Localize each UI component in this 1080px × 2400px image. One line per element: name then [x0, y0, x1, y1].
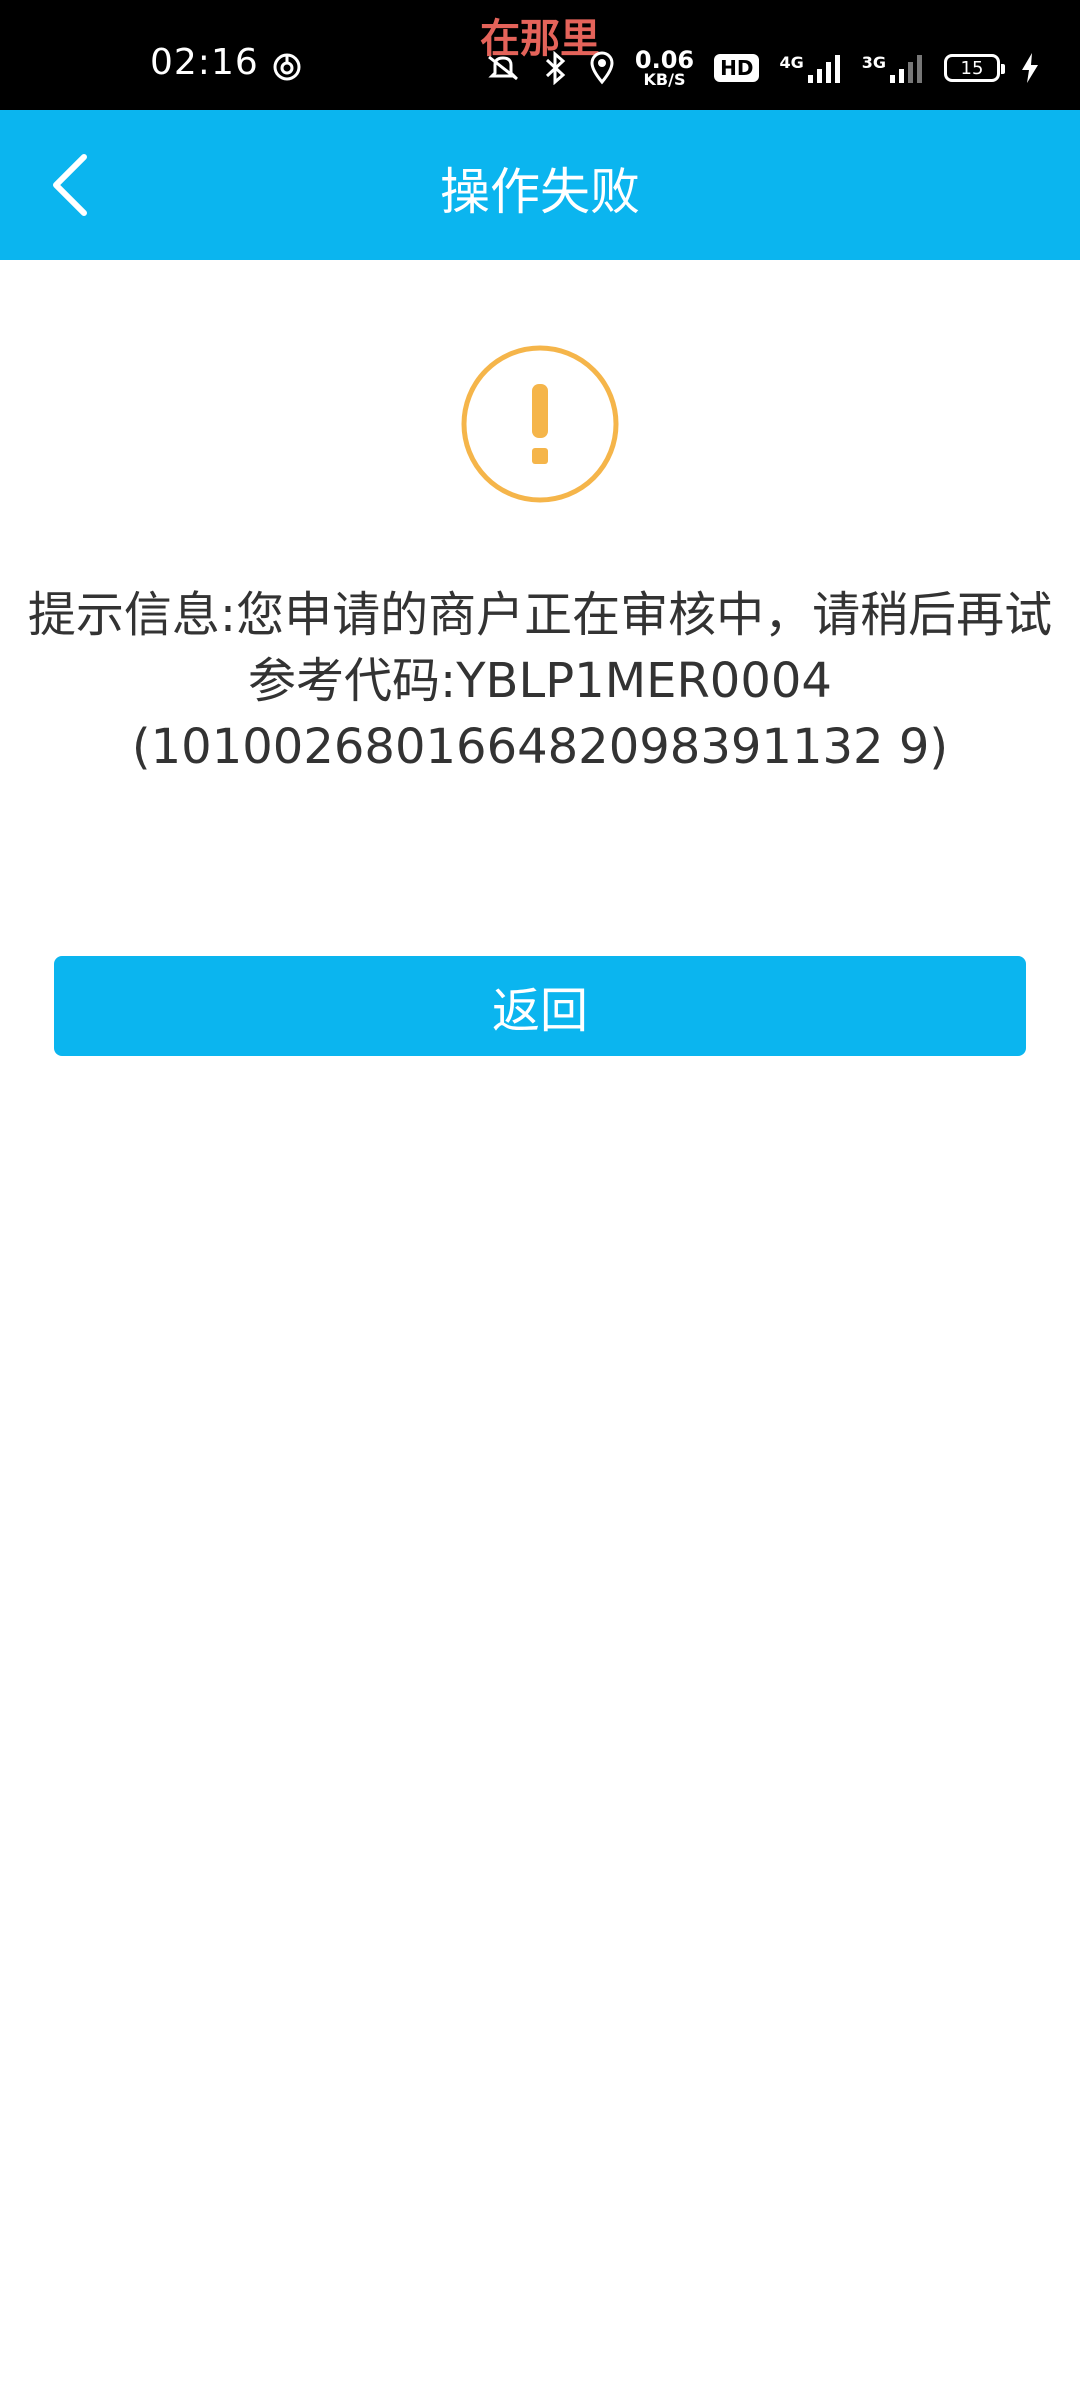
status-icons: 0.06 KB/S HD 4G 3G 15: [483, 48, 1040, 88]
location-icon: [589, 51, 615, 85]
signal-4g-icon: 4G: [779, 53, 841, 83]
battery-level: 15: [960, 57, 984, 79]
error-message: 提示信息:您申请的商户正在审核中，请稍后再试 参考代码:YBLP1MER0004…: [20, 582, 1060, 780]
hd-icon: HD: [714, 54, 760, 82]
network-3g-label: 3G: [861, 53, 886, 72]
status-bar: 02:16 在那里 0.06 KB/S HD 4G 3G 15: [0, 0, 1080, 110]
message-line-3: (101002680166482098391132 9): [131, 719, 949, 775]
message-line-1: 提示信息:您申请的商户正在审核中，请稍后再试: [27, 587, 1053, 643]
network-4g-label: 4G: [779, 53, 804, 72]
message-line-2: 参考代码:YBLP1MER0004: [248, 653, 832, 709]
app-bar: 操作失败: [0, 110, 1080, 260]
return-button[interactable]: 返回: [54, 956, 1026, 1056]
mute-icon: [483, 53, 523, 83]
exclamation-icon: [460, 344, 620, 504]
bluetooth-icon: [543, 51, 569, 85]
net-speed: 0.06 KB/S: [635, 48, 694, 88]
net-speed-value: 0.06: [634, 46, 695, 74]
charging-icon: [1020, 51, 1040, 85]
battery-icon: 15: [944, 54, 1005, 82]
net-speed-unit: KB/S: [643, 70, 686, 89]
page-title: 操作失败: [440, 163, 640, 221]
signal-3g-icon: 3G: [862, 53, 924, 83]
